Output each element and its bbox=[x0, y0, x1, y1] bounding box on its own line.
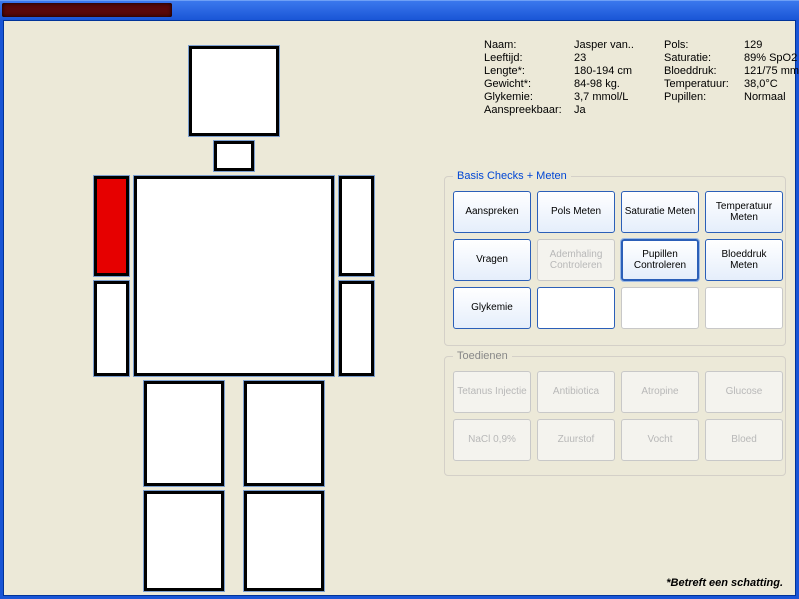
body-part-leg-ur[interactable] bbox=[244, 381, 324, 486]
administer-button-7: Bloed bbox=[705, 419, 783, 461]
patient-l2-4: Pupillen: bbox=[664, 91, 744, 103]
group-basis-checks: Basis Checks + Meten AansprekenPols Mete… bbox=[444, 176, 786, 346]
administer-button-2: Atropine bbox=[621, 371, 699, 413]
patient-v1-0: Jasper van.. bbox=[574, 39, 664, 51]
checks-button-0[interactable]: Aanspreken bbox=[453, 191, 531, 233]
checks-button-8[interactable]: Glykemie bbox=[453, 287, 531, 329]
patient-v2-3: 38,0°C bbox=[744, 78, 799, 90]
checks-button-3[interactable]: Temperatuur Meten bbox=[705, 191, 783, 233]
patient-l1-3: Gewicht*: bbox=[484, 78, 574, 90]
patient-v1-5: Ja bbox=[574, 104, 664, 116]
patient-l2-1: Saturatie: bbox=[664, 52, 744, 64]
window-title-redacted bbox=[2, 3, 172, 17]
patient-v2-0: 129 bbox=[744, 39, 799, 51]
checks-button-7[interactable]: Bloeddruk Meten bbox=[705, 239, 783, 281]
checks-button-9 bbox=[537, 287, 615, 329]
body-part-arm-ur[interactable] bbox=[339, 176, 374, 276]
body-part-leg-lr[interactable] bbox=[244, 491, 324, 591]
content-area: Naam:Jasper van..Pols:129Leeftijd:23Satu… bbox=[3, 20, 796, 596]
patient-v1-1: 23 bbox=[574, 52, 664, 64]
patient-l1-4: Glykemie: bbox=[484, 91, 574, 103]
body-part-torso[interactable] bbox=[134, 176, 334, 376]
body-part-head[interactable] bbox=[189, 46, 279, 136]
checks-button-10 bbox=[621, 287, 699, 329]
administer-button-1: Antibiotica bbox=[537, 371, 615, 413]
patient-l2-5 bbox=[664, 104, 744, 116]
checks-button-11 bbox=[705, 287, 783, 329]
administer-button-6: Vocht bbox=[621, 419, 699, 461]
group-toedienen: Toedienen Tetanus InjectieAntibioticaAtr… bbox=[444, 356, 786, 476]
patient-v2-2: 121/75 mmHg bbox=[744, 65, 799, 77]
checks-button-4[interactable]: Vragen bbox=[453, 239, 531, 281]
patient-l1-0: Naam: bbox=[484, 39, 574, 51]
window-titlebar bbox=[0, 0, 799, 20]
patient-l2-2: Bloeddruk: bbox=[664, 65, 744, 77]
patient-v1-4: 3,7 mmol/L bbox=[574, 91, 664, 103]
body-part-arm-lr[interactable] bbox=[339, 281, 374, 376]
checks-button-1[interactable]: Pols Meten bbox=[537, 191, 615, 233]
administer-button-0: Tetanus Injectie bbox=[453, 371, 531, 413]
body-part-neck[interactable] bbox=[214, 141, 254, 171]
administer-button-4: NaCl 0,9% bbox=[453, 419, 531, 461]
patient-l1-5: Aanspreekbaar: bbox=[484, 104, 574, 116]
patient-v1-2: 180-194 cm bbox=[574, 65, 664, 77]
checks-button-2[interactable]: Saturatie Meten bbox=[621, 191, 699, 233]
patient-l1-2: Lengte*: bbox=[484, 65, 574, 77]
patient-info: Naam:Jasper van..Pols:129Leeftijd:23Satu… bbox=[484, 39, 775, 116]
footnote: *Betreft een schatting. bbox=[666, 577, 783, 589]
patient-l2-3: Temperatuur: bbox=[664, 78, 744, 90]
checks-button-6[interactable]: Pupillen Controleren bbox=[621, 239, 699, 281]
body-part-arm-ll[interactable] bbox=[94, 281, 129, 376]
body-figure bbox=[34, 41, 404, 591]
patient-v2-5 bbox=[744, 104, 799, 116]
patient-l1-1: Leeftijd: bbox=[484, 52, 574, 64]
group-basis-checks-label: Basis Checks + Meten bbox=[453, 170, 571, 182]
administer-button-3: Glucose bbox=[705, 371, 783, 413]
body-part-arm-ul[interactable] bbox=[94, 176, 129, 276]
patient-v2-1: 89% SpO2 bbox=[744, 52, 799, 64]
group-toedienen-label: Toedienen bbox=[453, 350, 512, 362]
body-part-leg-ll[interactable] bbox=[144, 491, 224, 591]
body-part-leg-ul[interactable] bbox=[144, 381, 224, 486]
checks-button-5: Ademhaling Controleren bbox=[537, 239, 615, 281]
patient-v2-4: Normaal bbox=[744, 91, 799, 103]
patient-v1-3: 84-98 kg. bbox=[574, 78, 664, 90]
patient-l2-0: Pols: bbox=[664, 39, 744, 51]
administer-button-5: Zuurstof bbox=[537, 419, 615, 461]
